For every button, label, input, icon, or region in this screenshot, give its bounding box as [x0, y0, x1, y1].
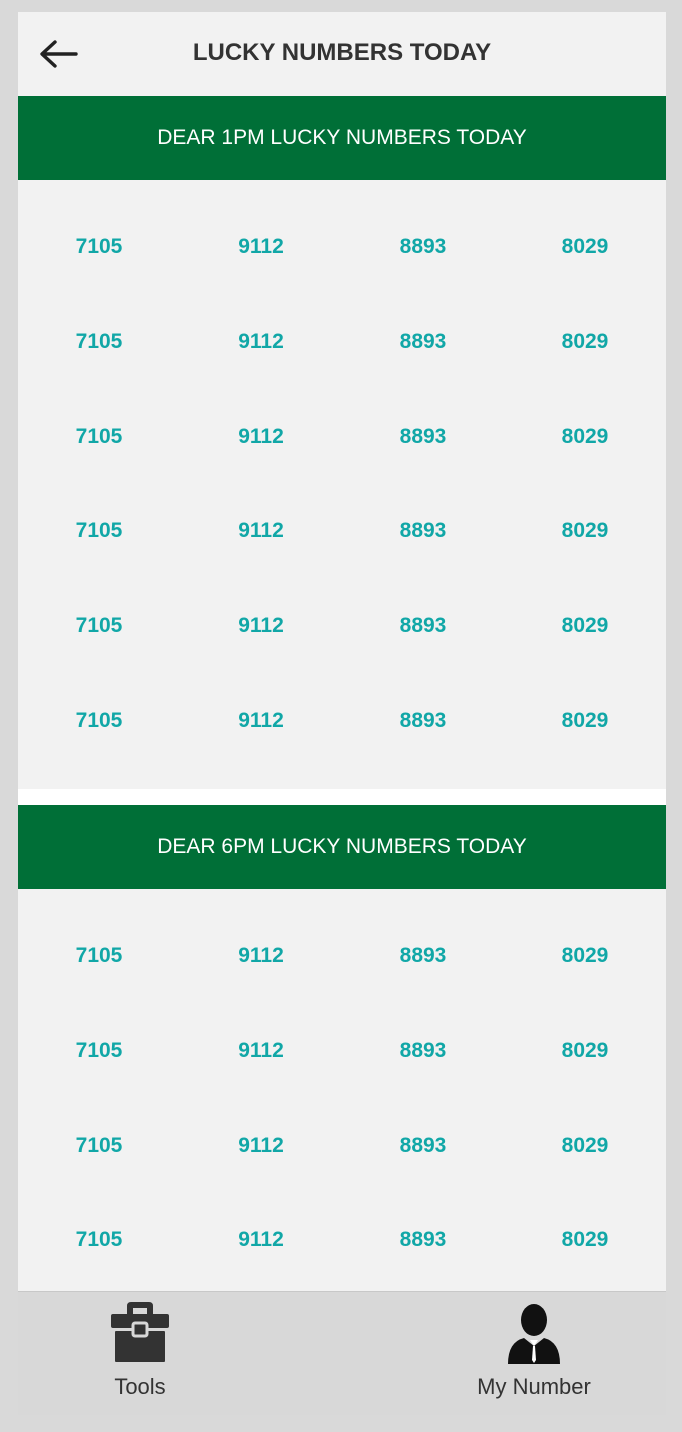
lucky-number: 8029 [561, 235, 609, 258]
nav-item-my-number[interactable]: My Number [449, 1292, 619, 1415]
lucky-number: 9112 [238, 614, 284, 638]
lucky-number: 9112 [238, 329, 284, 353]
nav-label-my-number: My Number [477, 1374, 591, 1399]
section-header-6pm: DEAR 6PM LUCKY NUMBERS TODAY [18, 805, 666, 889]
lucky-number: 8893 [399, 235, 447, 258]
lucky-number: 8893 [399, 1038, 447, 1062]
lucky-number: 7105 [75, 519, 123, 543]
number-row: 7105 9112 8893 8029 [18, 295, 666, 390]
lucky-number: 7105 [75, 944, 123, 967]
lucky-number: 8893 [399, 944, 447, 967]
lucky-number: 8029 [561, 519, 609, 543]
user-profile-icon [508, 1304, 560, 1364]
lucky-number: 7105 [75, 1228, 123, 1252]
lucky-number: 8893 [399, 519, 447, 543]
bottom-navigation: Tools My Number [18, 1291, 666, 1415]
lucky-number: 9112 [238, 1228, 284, 1252]
lucky-number: 8893 [399, 329, 447, 353]
page-title: LUCKY NUMBERS TODAY [192, 39, 492, 66]
lucky-number: 9112 [238, 944, 284, 967]
nav-label-tools: Tools [114, 1374, 166, 1399]
number-row: 7105 9112 8893 8029 [18, 484, 666, 579]
lucky-number: 7105 [75, 424, 123, 448]
lucky-number: 7105 [75, 235, 123, 258]
number-row: 7105 9112 8893 8029 [18, 909, 666, 1004]
lucky-number: 8029 [561, 944, 609, 967]
lucky-number: 9112 [238, 424, 284, 448]
lucky-number: 8893 [399, 614, 447, 638]
lucky-number: 8029 [561, 1133, 609, 1157]
number-row: 7105 9112 8893 8029 [18, 1193, 666, 1288]
lucky-number: 9112 [238, 708, 284, 732]
lucky-number: 8029 [561, 614, 609, 638]
lucky-number: 8893 [399, 424, 447, 448]
number-row: 7105 9112 8893 8029 [18, 674, 666, 769]
lucky-number: 9112 [238, 1133, 284, 1157]
lucky-number: 8893 [399, 1133, 447, 1157]
lucky-number: 9112 [238, 235, 284, 258]
arrow-left-icon [40, 40, 78, 68]
lucky-number: 7105 [75, 1133, 123, 1157]
top-bar: LUCKY NUMBERS TODAY [18, 12, 666, 96]
lucky-number: 9112 [238, 1038, 284, 1062]
lucky-number: 7105 [75, 1038, 123, 1062]
lucky-number: 7105 [75, 614, 123, 638]
lucky-number: 8893 [399, 1228, 447, 1252]
numbers-grid-6pm: 7105 9112 8893 8029 7105 9112 8893 8029 … [18, 889, 666, 1291]
numbers-grid-1pm: 7105 9112 8893 8029 7105 9112 8893 8029 … [18, 180, 666, 789]
app-frame: LUCKY NUMBERS TODAY DEAR 1PM LUCKY NUMBE… [18, 12, 666, 1415]
lucky-number: 9112 [238, 519, 284, 543]
lucky-number: 8029 [561, 329, 609, 353]
lucky-number: 8029 [561, 424, 609, 448]
lucky-number: 8029 [561, 1228, 609, 1252]
lucky-number: 8029 [561, 708, 609, 732]
lucky-number: 7105 [75, 329, 123, 353]
number-row: 7105 9112 8893 8029 [18, 200, 666, 295]
lucky-number: 7105 [75, 708, 123, 732]
number-row: 7105 9112 8893 8029 [18, 1004, 666, 1099]
number-row: 7105 9112 8893 8029 [18, 1099, 666, 1194]
back-button[interactable] [36, 34, 80, 74]
nav-item-tools[interactable]: Tools [55, 1292, 225, 1415]
lucky-number: 8029 [561, 1038, 609, 1062]
number-row: 7105 9112 8893 8029 [18, 390, 666, 485]
number-row: 7105 9112 8893 8029 [18, 579, 666, 674]
toolbox-icon [111, 1302, 169, 1362]
section-header-1pm: DEAR 1PM LUCKY NUMBERS TODAY [18, 96, 666, 180]
lucky-number: 8893 [399, 708, 447, 732]
